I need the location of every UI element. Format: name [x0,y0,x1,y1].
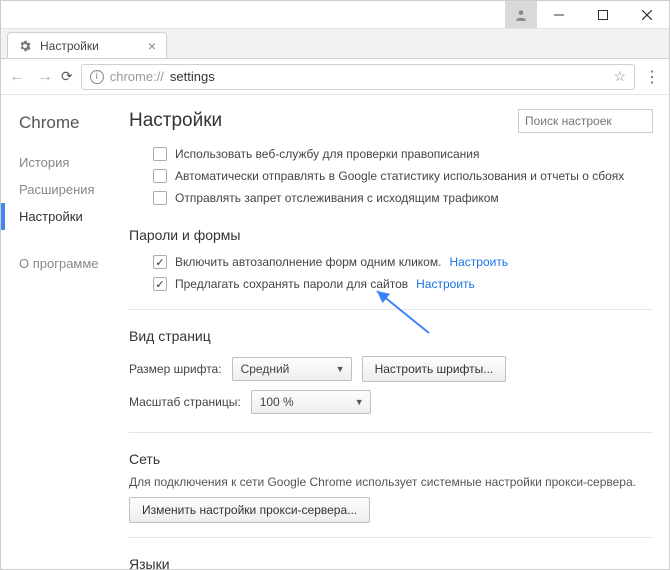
label-page-zoom: Масштаб страницы: [129,395,241,409]
sidebar-item-history[interactable]: История [19,149,119,176]
passwords-row-autofill[interactable]: Включить автозаполнение форм одним клико… [129,251,653,273]
checkbox-label: Автоматически отправлять в Google статис… [175,169,624,183]
privacy-row-dnt[interactable]: Отправлять запрет отслеживания с исходящ… [129,187,653,209]
url-path: settings [170,69,215,84]
network-description: Для подключения к сети Google Chrome исп… [129,475,653,489]
browser-toolbar: ← → ⟳ i chrome:// settings ☆ ⋮ [1,59,669,95]
address-bar[interactable]: i chrome:// settings ☆ [81,64,635,90]
section-title-passwords: Пароли и формы [129,227,653,243]
back-button[interactable]: ← [9,68,25,86]
checkbox-label: Включить автозаполнение форм одним клико… [175,255,441,269]
sidebar-item-extensions[interactable]: Расширения [19,176,119,203]
privacy-row-spellcheck[interactable]: Использовать веб-службу для проверки пра… [129,143,653,165]
tab-title: Настройки [40,39,99,53]
passwords-row-savepw[interactable]: Предлагать сохранять пароли для сайтов Н… [129,273,653,295]
privacy-row-stats[interactable]: Автоматически отправлять в Google статис… [129,165,653,187]
url-scheme: chrome:// [110,69,164,84]
checkbox-label: Предлагать сохранять пароли для сайтов [175,277,408,291]
page-title: Настройки [129,110,222,132]
account-icon[interactable] [505,1,537,28]
settings-sidebar: Chrome История Расширения Настройки О пр… [1,95,119,569]
window-maximize-button[interactable] [581,1,625,28]
window-close-button[interactable] [625,1,669,28]
select-page-zoom[interactable]: 100 % [251,390,371,414]
link-savepw-configure[interactable]: Настроить [416,277,475,291]
forward-button[interactable]: → [37,68,53,86]
tab-strip: Настройки × [1,29,669,59]
tab-close-icon[interactable]: × [148,39,156,53]
section-title-languages: Языки [129,556,653,569]
chrome-menu-button[interactable]: ⋮ [643,67,661,87]
checkbox-dnt[interactable] [153,191,167,205]
checkbox-stats[interactable] [153,169,167,183]
site-info-icon[interactable]: i [90,70,104,84]
checkbox-label: Использовать веб-службу для проверки пра… [175,147,479,161]
sidebar-item-about[interactable]: О программе [19,250,119,277]
checkbox-savepw[interactable] [153,277,167,291]
link-autofill-configure[interactable]: Настроить [449,255,508,269]
tab-settings[interactable]: Настройки × [7,32,167,58]
sidebar-brand: Chrome [19,113,119,133]
settings-search-input[interactable] [518,109,653,133]
gear-icon [18,39,32,53]
select-font-size[interactable]: Средний [232,357,352,381]
divider [129,432,653,433]
divider [129,537,653,538]
window-minimize-button[interactable] [537,1,581,28]
section-title-network: Сеть [129,451,653,467]
checkbox-spellcheck[interactable] [153,147,167,161]
reload-button[interactable]: ⟳ [61,68,73,85]
bookmark-star-icon[interactable]: ☆ [613,68,626,85]
divider [129,309,653,310]
checkbox-autofill[interactable] [153,255,167,269]
checkbox-label: Отправлять запрет отслеживания с исходящ… [175,191,499,205]
sidebar-item-settings[interactable]: Настройки [1,203,119,230]
proxy-settings-button[interactable]: Изменить настройки прокси-сервера... [129,497,370,523]
window-titlebar [1,1,669,29]
label-font-size: Размер шрифта: [129,362,222,376]
customize-fonts-button[interactable]: Настроить шрифты... [362,356,507,382]
section-title-appearance: Вид страниц [129,328,653,344]
settings-main: Настройки Использовать веб-службу для пр… [119,95,669,569]
